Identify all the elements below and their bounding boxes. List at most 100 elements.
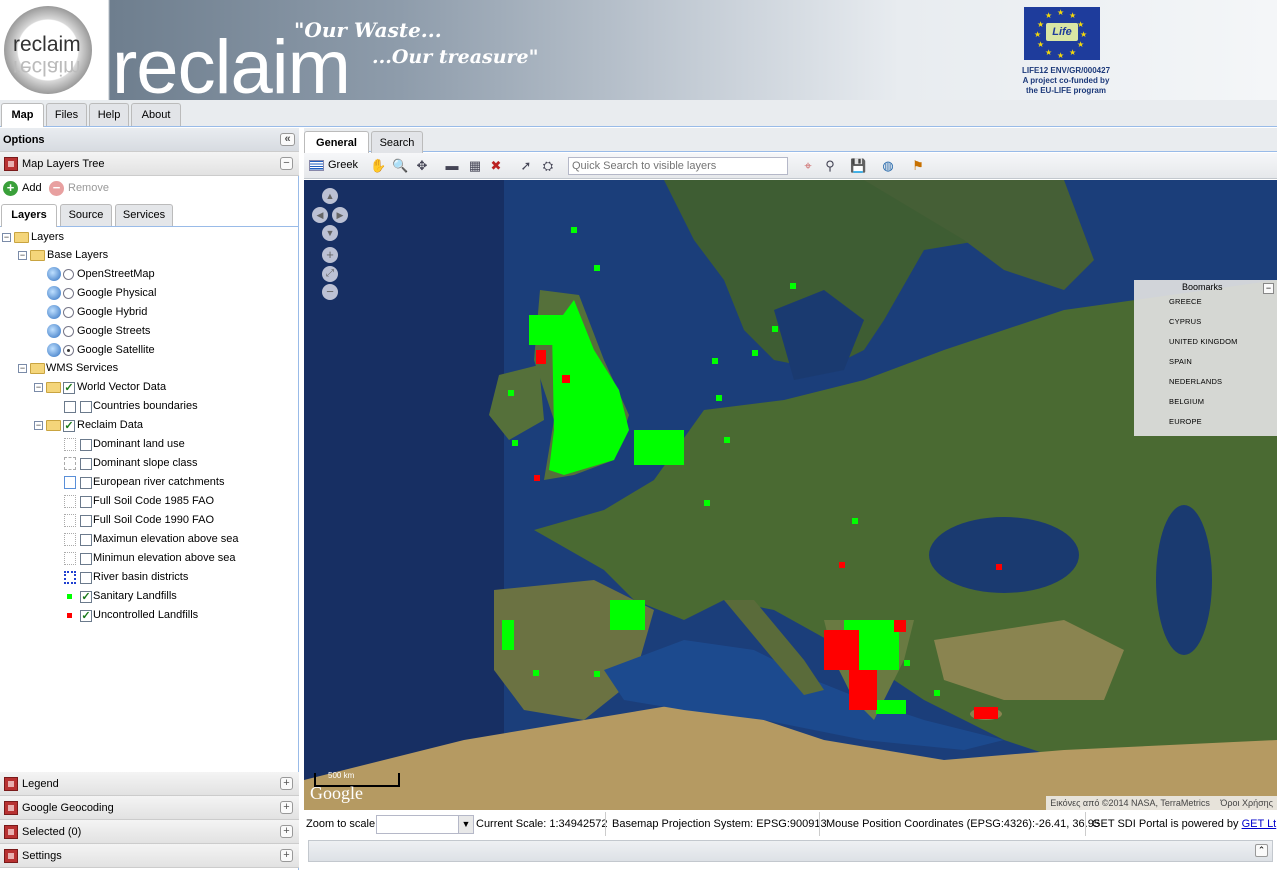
zoom-in-icon[interactable]: + bbox=[322, 247, 338, 263]
remove-layer-button[interactable]: − Remove bbox=[49, 181, 119, 197]
measure-length-icon[interactable]: ▬ bbox=[444, 158, 460, 174]
collapse-icon[interactable]: − bbox=[34, 421, 43, 430]
layer-checkbox[interactable] bbox=[80, 458, 92, 470]
tab-search[interactable]: Search bbox=[371, 131, 423, 154]
layer-checkbox[interactable] bbox=[80, 439, 92, 451]
crosshair-icon[interactable]: ⌖ bbox=[800, 158, 816, 174]
google-logo[interactable]: Google bbox=[310, 783, 363, 804]
pan-left-icon[interactable]: ◀ bbox=[312, 207, 328, 223]
expand-icon[interactable]: + bbox=[280, 825, 293, 838]
options-title: Options bbox=[3, 134, 45, 146]
logo-text-reflection: reclaim bbox=[13, 56, 81, 79]
measure-area-icon[interactable]: ▦ bbox=[467, 158, 483, 174]
base-layer-radio[interactable] bbox=[63, 307, 74, 318]
layer-checkbox[interactable] bbox=[64, 401, 76, 413]
layers-tree-header[interactable]: Map Layers Tree − bbox=[0, 152, 299, 176]
status-bar: Zoom to scale: ▼ Current Scale: 1:349425… bbox=[304, 812, 1277, 838]
header-banner: reclaim reclaim reclaim "Our Waste... ..… bbox=[0, 0, 1277, 106]
zoom-out-icon[interactable]: − bbox=[322, 284, 338, 300]
tab-map[interactable]: Map bbox=[1, 103, 44, 127]
collapse-icon[interactable]: − bbox=[18, 364, 27, 373]
expand-icon[interactable]: + bbox=[280, 849, 293, 862]
collapse-panel-icon[interactable]: « bbox=[280, 133, 295, 146]
get-link[interactable]: GET Lt bbox=[1242, 818, 1277, 830]
subtab-source[interactable]: Source bbox=[60, 204, 112, 226]
layer-checkbox[interactable]: ✓ bbox=[63, 420, 75, 432]
expand-icon[interactable]: + bbox=[280, 777, 293, 790]
clear-measure-icon[interactable]: ✖ bbox=[488, 158, 504, 174]
layer-checkbox[interactable] bbox=[80, 534, 92, 546]
pan-arrows-icon[interactable]: ✥ bbox=[414, 158, 430, 174]
subtab-services[interactable]: Services bbox=[115, 204, 173, 226]
pan-down-icon[interactable]: ▼ bbox=[322, 225, 338, 241]
terms-link[interactable]: Όροι Χρήσης bbox=[1220, 798, 1273, 808]
tab-help[interactable]: Help bbox=[89, 103, 129, 126]
bookmark-nederlands[interactable]: NEDERLANDS bbox=[1169, 377, 1222, 386]
collapse-icon[interactable]: − bbox=[18, 251, 27, 260]
zoom-extent-icon[interactable]: ⤢ bbox=[322, 266, 338, 282]
legend-panel-header[interactable]: Legend + bbox=[0, 772, 299, 796]
tab-about[interactable]: About bbox=[131, 103, 181, 126]
layer-checkbox[interactable]: ✓ bbox=[80, 610, 92, 622]
binoculars-icon[interactable]: ⛭ bbox=[540, 158, 556, 174]
base-layer-radio[interactable] bbox=[63, 326, 74, 337]
collapse-icon[interactable]: − bbox=[2, 233, 11, 242]
folder-icon bbox=[14, 232, 29, 243]
quick-search-input[interactable] bbox=[568, 157, 788, 175]
pan-right-icon[interactable]: ▶ bbox=[332, 207, 348, 223]
layer-checkbox[interactable]: ✓ bbox=[63, 382, 75, 394]
sanitary-point bbox=[571, 227, 577, 233]
globe-tool-icon[interactable]: ◍ bbox=[880, 158, 896, 174]
expand-up-icon[interactable]: ⌃ bbox=[1255, 844, 1268, 857]
tree-label: Google Streets bbox=[77, 325, 151, 337]
globe-icon bbox=[47, 286, 61, 300]
subtab-layers[interactable]: Layers bbox=[1, 204, 57, 227]
layer-legend-icon bbox=[64, 438, 76, 451]
locate-icon[interactable]: ⚲ bbox=[822, 158, 838, 174]
base-layer-radio-selected[interactable] bbox=[63, 345, 74, 356]
base-layer-radio[interactable] bbox=[63, 288, 74, 299]
pan-hand-icon[interactable]: ✋ bbox=[370, 158, 386, 174]
zoom-scale-select[interactable]: ▼ bbox=[376, 815, 474, 834]
geocoding-panel-header[interactable]: Google Geocoding + bbox=[0, 796, 299, 820]
layer-checkbox[interactable] bbox=[80, 401, 92, 413]
pan-up-icon[interactable]: ▲ bbox=[322, 188, 338, 204]
layer-checkbox[interactable] bbox=[80, 515, 92, 527]
sanitary-point bbox=[752, 350, 758, 356]
bookmark-cyprus[interactable]: CYPRUS bbox=[1169, 317, 1201, 326]
peloponnese-uncontrolled-cluster bbox=[849, 670, 877, 710]
minimize-bookmarks-icon[interactable]: − bbox=[1263, 283, 1274, 294]
street-view-icon[interactable]: ⚑ bbox=[910, 158, 926, 174]
layer-checkbox[interactable] bbox=[80, 496, 92, 508]
bookmark-spain[interactable]: SPAIN bbox=[1169, 357, 1192, 366]
tree-label: Countries boundaries bbox=[93, 400, 198, 412]
settings-icon bbox=[4, 849, 18, 863]
sanitary-point bbox=[904, 660, 910, 666]
selected-panel-header[interactable]: Selected (0) + bbox=[0, 820, 299, 844]
eu-cofunded-line: A project co-funded by bbox=[1022, 76, 1110, 85]
sanitary-point bbox=[508, 390, 514, 396]
zoom-box-icon[interactable]: 🔍 bbox=[392, 158, 408, 174]
layer-checkbox[interactable] bbox=[80, 553, 92, 565]
collapse-layers-icon[interactable]: − bbox=[280, 157, 293, 170]
bookmark-greece[interactable]: GREECE bbox=[1169, 297, 1202, 306]
info-pointer-icon[interactable]: ➚ bbox=[518, 158, 534, 174]
save-icon[interactable]: 💾 bbox=[850, 158, 866, 174]
bookmark-europe[interactable]: EUROPE bbox=[1169, 417, 1202, 426]
layer-legend-icon bbox=[64, 514, 76, 527]
tab-files[interactable]: Files bbox=[46, 103, 87, 126]
options-header: Options « bbox=[0, 128, 299, 152]
settings-panel-header[interactable]: Settings + bbox=[0, 844, 299, 868]
layer-checkbox[interactable] bbox=[80, 477, 92, 489]
layer-checkbox[interactable]: ✓ bbox=[80, 591, 92, 603]
map-view[interactable]: ▲ ◀ ▶ ▼ + ⤢ − Boomarks − GREECE CYPRUS U… bbox=[304, 180, 1277, 810]
tab-general[interactable]: General bbox=[304, 131, 369, 155]
bookmark-united-kingdom[interactable]: UNITED KINGDOM bbox=[1169, 337, 1238, 346]
base-layer-radio[interactable] bbox=[63, 269, 74, 280]
bookmark-belgium[interactable]: BELGIUM bbox=[1169, 397, 1204, 406]
collapse-icon[interactable]: − bbox=[34, 383, 43, 392]
expand-icon[interactable]: + bbox=[280, 801, 293, 814]
language-button[interactable]: Greek bbox=[307, 157, 361, 175]
layer-checkbox[interactable] bbox=[80, 572, 92, 584]
geocoding-title: Google Geocoding bbox=[22, 802, 114, 814]
